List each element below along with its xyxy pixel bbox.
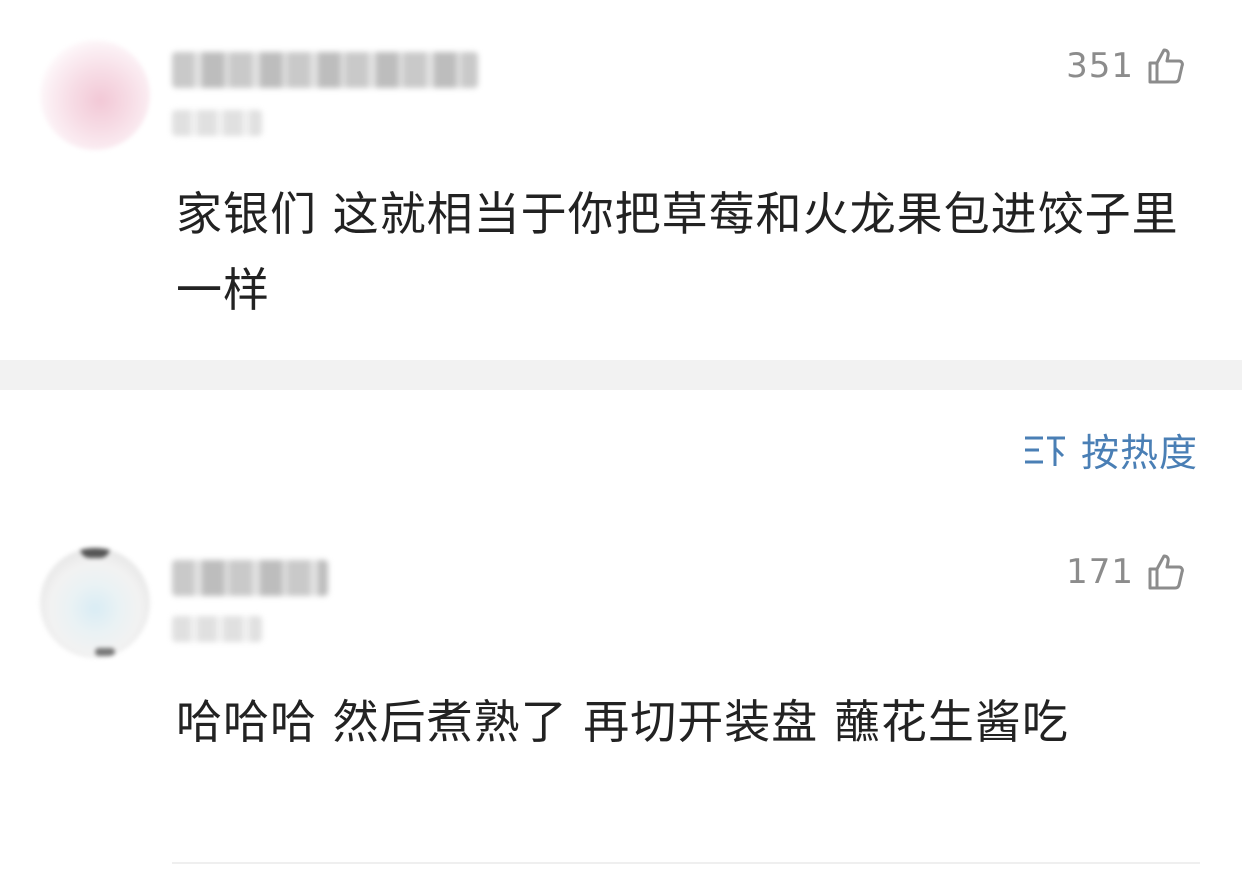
thumbs-up-icon — [1148, 554, 1184, 590]
like-count: 351 — [1066, 46, 1134, 86]
comment-meta-blurred — [172, 110, 262, 136]
avatar[interactable] — [40, 548, 150, 658]
comment-text: 哈哈哈 然后煮熟了 再切开装盘 蘸花生酱吃 — [176, 695, 1069, 749]
like-count: 171 — [1066, 552, 1134, 592]
section-divider — [0, 360, 1242, 390]
avatar[interactable] — [40, 40, 150, 150]
sort-icon — [1024, 436, 1065, 466]
comment-meta-blurred — [172, 616, 262, 642]
username-blurred[interactable] — [172, 52, 478, 88]
like-button[interactable]: 351 — [1066, 46, 1186, 86]
like-button[interactable]: 171 — [1066, 552, 1186, 592]
sort-label: 按热度 — [1080, 431, 1198, 475]
thumbs-up-icon — [1148, 48, 1184, 84]
sort-toggle[interactable]: 按热度 — [1023, 422, 1198, 477]
comment-divider — [172, 862, 1200, 864]
username-blurred[interactable] — [172, 560, 328, 596]
comment-text: 家银们 这就相当于你把草莓和火龙果包进饺子里一样 — [176, 187, 1179, 317]
